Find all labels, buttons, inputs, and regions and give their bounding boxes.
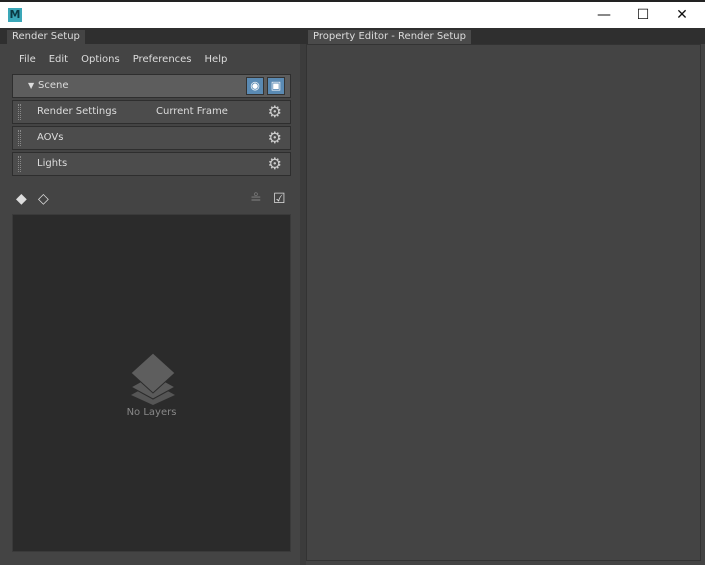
close-button[interactable]: ✕ [667, 6, 697, 24]
gear-icon[interactable]: ⚙ [268, 153, 282, 175]
menu-help[interactable]: Help [205, 54, 228, 65]
render-settings-row[interactable]: Render Settings Current Frame ⚙ [12, 100, 291, 124]
checklist-icon[interactable]: ☑ [273, 191, 286, 207]
collapse-arrow-icon[interactable]: ▼ [28, 75, 34, 97]
menu-bar: File Edit Options Preferences Help [19, 54, 227, 65]
layers-list: No Layers [12, 214, 291, 552]
maya-logo-icon: M [8, 8, 22, 22]
menu-options[interactable]: Options [81, 54, 120, 65]
lights-row[interactable]: Lights ⚙ [12, 152, 291, 176]
import-layer-icon[interactable]: ◇ [38, 191, 49, 207]
drag-handle-icon[interactable] [18, 104, 21, 120]
render-layer-icon[interactable]: ≗ [250, 191, 262, 207]
render-layer-toggle-icon[interactable]: ▣ [267, 77, 285, 95]
row-value: Current Frame [156, 106, 228, 117]
gear-icon[interactable]: ⚙ [268, 127, 282, 149]
row-label: AOVs [37, 132, 64, 143]
row-label: Render Settings [37, 106, 117, 117]
gear-icon[interactable]: ⚙ [268, 101, 282, 123]
scene-row[interactable]: ▼ Scene ◉ ▣ [12, 74, 291, 98]
title-bar: M — ☐ ✕ [0, 0, 705, 28]
menu-preferences[interactable]: Preferences [133, 54, 192, 65]
scene-label: Scene [38, 80, 69, 91]
drag-handle-icon[interactable] [18, 156, 21, 172]
visibility-eye-icon[interactable]: ◉ [246, 77, 264, 95]
minimize-button[interactable]: — [589, 6, 619, 24]
no-layers-text: No Layers [126, 407, 177, 418]
menu-file[interactable]: File [19, 54, 36, 65]
create-layer-icon[interactable]: ◆ [16, 191, 27, 207]
row-label: Lights [37, 158, 68, 169]
drag-handle-icon[interactable] [18, 130, 21, 146]
aovs-row[interactable]: AOVs ⚙ [12, 126, 291, 150]
maximize-button[interactable]: ☐ [628, 6, 658, 24]
layers-stack-icon [129, 353, 177, 405]
menu-edit[interactable]: Edit [49, 54, 68, 65]
property-editor-panel [306, 44, 701, 561]
tab-property-editor[interactable]: Property Editor - Render Setup [308, 30, 471, 44]
tab-render-setup[interactable]: Render Setup [7, 30, 85, 44]
